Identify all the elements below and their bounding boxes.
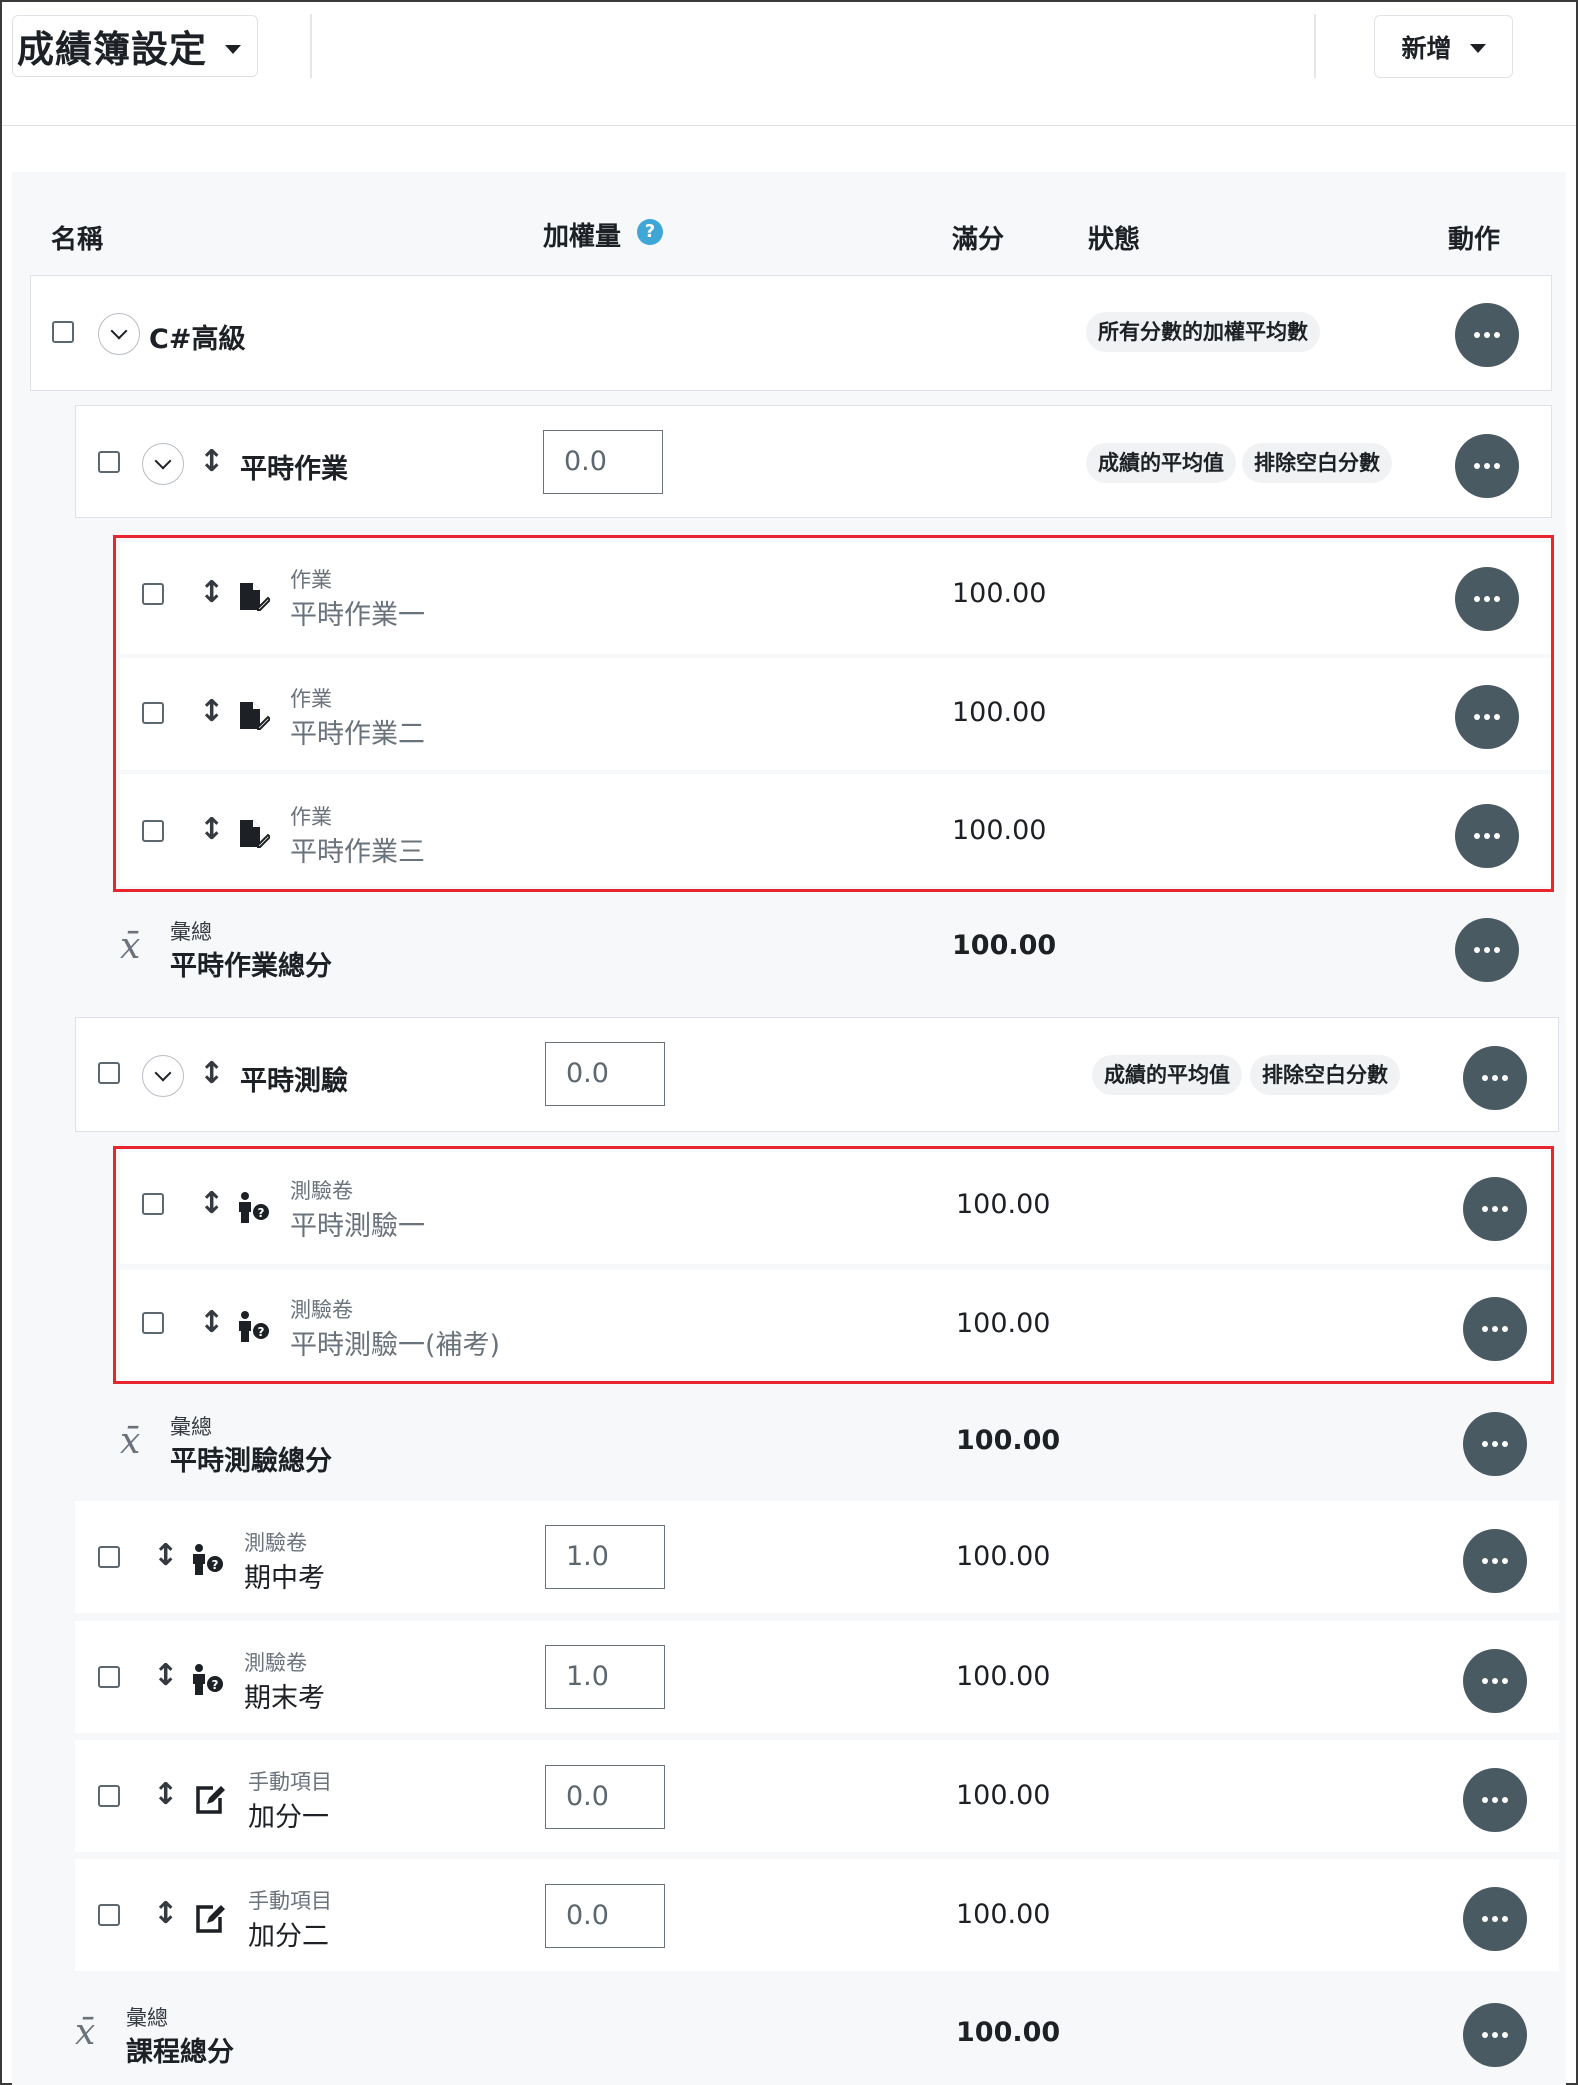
actions-menu-button[interactable] <box>1463 1046 1527 1110</box>
column-header-actions: 動作 <box>1448 225 1501 255</box>
collapse-toggle[interactable] <box>142 1055 184 1097</box>
page-title: 成績簿設定 <box>17 28 207 71</box>
weight-input[interactable]: 0.0 <box>545 1884 665 1948</box>
category-name: 平時作業 <box>240 454 348 485</box>
add-new-label: 新增 <box>1401 33 1452 63</box>
aggregation-label: 彙總 <box>126 2006 168 2030</box>
status-badge: 成績的平均值 <box>1086 443 1236 483</box>
chevron-down-icon <box>110 322 128 340</box>
item-name-link[interactable]: 加分二 <box>248 1914 329 1953</box>
status-badge: 成績的平均值 <box>1092 1055 1242 1095</box>
aggregation-label: 彙總 <box>170 920 212 944</box>
manual-item-icon <box>196 1786 225 1814</box>
item-type-label: 測驗卷 <box>244 1651 307 1675</box>
header-divider <box>2 125 1576 126</box>
select-checkbox[interactable] <box>98 1666 120 1688</box>
move-icon[interactable]: ↕ <box>153 1661 178 1691</box>
quiz-icon: ? <box>193 1544 223 1575</box>
actions-menu-button[interactable] <box>1463 1768 1527 1832</box>
quiz-icon: ? <box>193 1664 223 1695</box>
svg-text:?: ? <box>212 1558 219 1572</box>
max-grade: 100.00 <box>956 1780 1051 1811</box>
actions-menu-button[interactable] <box>1455 918 1519 982</box>
status-badge: 排除空白分數 <box>1250 1055 1400 1095</box>
move-icon[interactable]: ↕ <box>153 1780 178 1810</box>
chevron-down-icon <box>154 1064 172 1082</box>
max-grade: 100.00 <box>956 1541 1051 1572</box>
collapse-toggle[interactable] <box>142 443 184 485</box>
select-checkbox[interactable] <box>98 1785 120 1807</box>
max-grade: 100.00 <box>956 1425 1061 1456</box>
weight-input[interactable]: 1.0 <box>545 1645 665 1709</box>
caret-down-icon <box>225 44 241 54</box>
gradebook-setup-menu-button[interactable]: 成績簿設定 <box>12 15 258 77</box>
select-checkbox[interactable] <box>98 1062 120 1084</box>
item-type-label: 手動項目 <box>248 1889 332 1913</box>
actions-menu-button[interactable] <box>1463 1887 1527 1951</box>
aggregation-icon: x̄ <box>120 926 141 967</box>
category-name: C#高級 <box>149 324 246 355</box>
select-checkbox[interactable] <box>98 1904 120 1926</box>
category-total-name: 平時測驗總分 <box>170 1446 332 1477</box>
actions-menu-button[interactable] <box>1463 2003 1527 2067</box>
item-name-link[interactable]: 加分一 <box>248 1795 329 1834</box>
course-category-row <box>30 275 1552 391</box>
column-header-status: 狀態 <box>1088 225 1141 255</box>
move-icon[interactable]: ↕ <box>153 1899 178 1929</box>
max-grade: 100.00 <box>956 1661 1051 1692</box>
aggregation-icon: x̄ <box>75 2012 96 2053</box>
actions-menu-button[interactable] <box>1455 303 1519 367</box>
item-type-label: 手動項目 <box>248 1770 332 1794</box>
column-header-max: 滿分 <box>952 225 1005 255</box>
add-new-button[interactable]: 新增 <box>1374 15 1513 78</box>
weight-input[interactable]: 0.0 <box>545 1765 665 1829</box>
actions-menu-button[interactable] <box>1463 1529 1527 1593</box>
weight-input[interactable]: 1.0 <box>545 1525 665 1589</box>
divider <box>1314 14 1316 78</box>
actions-menu-button[interactable] <box>1455 434 1519 498</box>
item-name-link[interactable]: 期中考 <box>244 1556 325 1595</box>
column-header-weight: 加權量 <box>543 222 622 252</box>
max-grade: 100.00 <box>956 1899 1051 1930</box>
highlight-box <box>113 535 1554 892</box>
move-icon[interactable]: ↕ <box>199 447 224 477</box>
actions-menu-button[interactable] <box>1463 1649 1527 1713</box>
actions-menu-button[interactable] <box>1463 1412 1527 1476</box>
chevron-down-icon <box>154 452 172 470</box>
category-name: 平時測驗 <box>240 1066 348 1097</box>
move-icon[interactable]: ↕ <box>199 1059 224 1089</box>
aggregation-icon: x̄ <box>120 1421 141 1462</box>
select-checkbox[interactable] <box>98 451 120 473</box>
weight-input[interactable]: 0.0 <box>543 430 663 494</box>
status-badge: 所有分數的加權平均數 <box>1086 312 1320 352</box>
course-total-name: 課程總分 <box>126 2037 234 2068</box>
column-header-name: 名稱 <box>51 225 104 255</box>
svg-text:?: ? <box>212 1678 219 1692</box>
select-checkbox[interactable] <box>52 321 74 343</box>
item-type-label: 測驗卷 <box>244 1531 307 1555</box>
help-icon[interactable]: ? <box>637 219 663 245</box>
highlight-box <box>113 1146 1554 1384</box>
aggregation-label: 彙總 <box>170 1415 212 1439</box>
weight-input[interactable]: 0.0 <box>545 1042 665 1106</box>
select-checkbox[interactable] <box>98 1546 120 1568</box>
collapse-toggle[interactable] <box>98 313 140 355</box>
category-total-name: 平時作業總分 <box>170 951 332 982</box>
divider <box>310 14 312 78</box>
max-grade: 100.00 <box>956 2017 1061 2048</box>
move-icon[interactable]: ↕ <box>153 1541 178 1571</box>
max-grade: 100.00 <box>952 930 1057 961</box>
manual-item-icon <box>196 1905 225 1933</box>
status-badge: 排除空白分數 <box>1242 443 1392 483</box>
caret-down-icon <box>1469 44 1486 53</box>
item-name-link[interactable]: 期末考 <box>244 1676 325 1715</box>
